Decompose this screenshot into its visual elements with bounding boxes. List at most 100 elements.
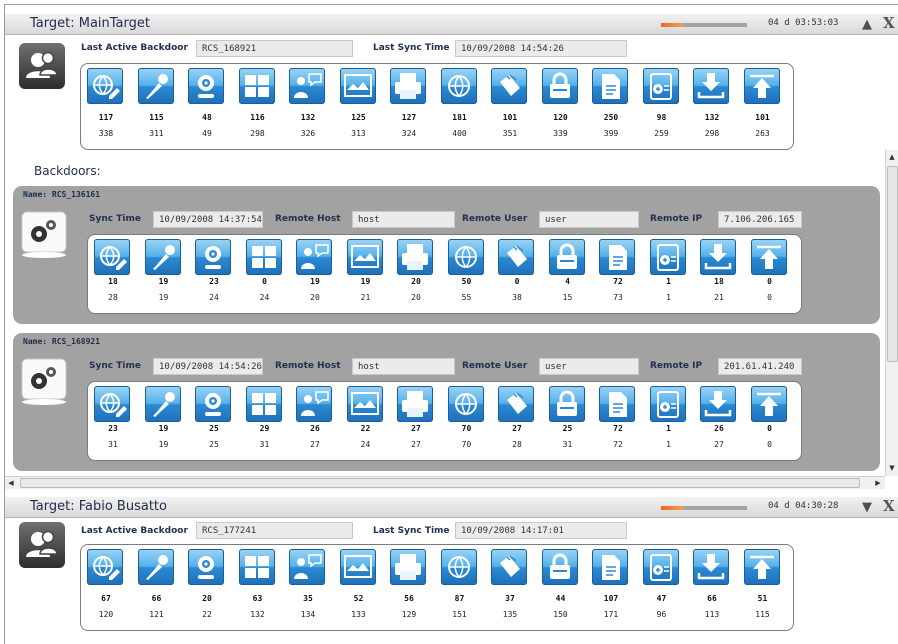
module-stat-clipboard: 11 (649, 382, 699, 460)
last-active-backdoor-label: Last Active Backdoor (81, 526, 188, 536)
scroll-right-arrow[interactable]: ▶ (872, 477, 884, 489)
url-icon[interactable] (440, 68, 477, 104)
count-new: 47 (656, 594, 667, 603)
upload-icon[interactable] (743, 68, 780, 104)
count-new: 125 (351, 113, 366, 122)
microphone-icon[interactable] (137, 68, 174, 104)
scroll-up-arrow[interactable]: ▲ (886, 150, 898, 164)
application-icon[interactable] (238, 549, 275, 585)
web-icon[interactable] (94, 386, 130, 422)
count-new: 56 (404, 594, 414, 603)
keylog-icon[interactable] (491, 549, 527, 585)
count-new: 117 (98, 113, 114, 122)
last-active-backdoor-label: Last Active Backdoor (81, 43, 188, 53)
webcam-icon[interactable] (195, 239, 231, 275)
keylog-icon[interactable] (498, 239, 534, 275)
upload-icon[interactable] (743, 549, 780, 585)
screenshot-icon[interactable] (346, 386, 383, 422)
document-icon[interactable] (599, 386, 635, 422)
screenshot-icon[interactable] (339, 549, 376, 585)
target-header-fabio-busatto[interactable]: Target: Fabio Busatto 04 d 04:30:28 ▼ X (5, 497, 898, 518)
module-stats-strip: 117 338 115 311 48 49 116 298 132 326 125 313 127 324… (80, 63, 794, 150)
scroll-down-arrow[interactable]: ▼ (886, 461, 898, 475)
microphone-icon[interactable] (137, 549, 174, 585)
count-total: 338 (98, 129, 114, 138)
scroll-left-arrow[interactable]: ◀ (5, 477, 17, 489)
close-icon[interactable]: X (883, 497, 895, 515)
module-stat-print: 127 324 (390, 64, 439, 149)
count-new: 250 (603, 113, 619, 122)
scroll-thumb[interactable] (887, 166, 898, 362)
messenger-icon[interactable] (289, 68, 325, 104)
webcam-icon[interactable] (195, 386, 231, 422)
close-icon[interactable]: X (883, 14, 895, 32)
print-icon[interactable] (397, 386, 433, 422)
url-icon[interactable] (447, 386, 484, 422)
password-icon[interactable] (548, 239, 585, 275)
url-icon[interactable] (447, 239, 484, 275)
count-total: 1 (666, 293, 671, 302)
web-icon[interactable] (94, 239, 130, 275)
count-new: 51 (757, 594, 768, 603)
upload-icon[interactable] (750, 239, 787, 275)
webcam-icon[interactable] (188, 549, 224, 585)
download-icon[interactable] (693, 549, 729, 585)
print-icon[interactable] (390, 68, 426, 104)
application-icon[interactable] (245, 239, 282, 275)
users-icon (26, 530, 58, 557)
web-icon[interactable] (87, 549, 123, 585)
target-progress-bar (661, 506, 747, 510)
download-icon[interactable] (700, 386, 736, 422)
screenshot-icon[interactable] (339, 68, 376, 104)
microphone-icon[interactable] (144, 386, 181, 422)
password-icon[interactable] (541, 68, 578, 104)
print-icon[interactable] (397, 239, 433, 275)
backdoor-name: Name: RCS_136161 (23, 190, 101, 199)
remote-user-field: user (539, 211, 639, 228)
module-stat-upload: 51 115 (743, 545, 793, 630)
keylog-icon[interactable] (498, 386, 534, 422)
module-stat-keylog: 101 351 (491, 64, 540, 149)
count-new: 48 (202, 113, 212, 122)
download-icon[interactable] (700, 239, 736, 275)
download-icon[interactable] (693, 68, 729, 104)
application-icon[interactable] (245, 386, 282, 422)
password-icon[interactable] (541, 549, 578, 585)
clipboard-icon[interactable] (649, 386, 686, 422)
count-total: 24 (360, 440, 371, 449)
count-new: 18 (714, 277, 724, 286)
document-icon[interactable] (592, 68, 628, 104)
count-new: 50 (461, 277, 472, 286)
microphone-icon[interactable] (144, 239, 181, 275)
last-sync-time-field: 10/09/2008 14:54:26 (455, 40, 627, 57)
count-new: 0 (767, 277, 772, 286)
count-new: 67 (101, 594, 111, 603)
expand-icon[interactable]: ▼ (862, 500, 872, 515)
webcam-icon[interactable] (188, 68, 224, 104)
application-icon[interactable] (238, 68, 275, 104)
target-header-maintarget[interactable]: Target: MainTarget 04 d 03:53:03 ▲ X (5, 14, 898, 35)
password-icon[interactable] (548, 386, 585, 422)
screenshot-icon[interactable] (346, 239, 383, 275)
clipboard-icon[interactable] (642, 549, 679, 585)
target-progress-fill (661, 506, 683, 510)
upload-icon[interactable] (750, 386, 787, 422)
count-total: 38 (512, 293, 522, 302)
collapse-icon[interactable]: ▲ (862, 17, 872, 32)
scroll-thumb[interactable] (20, 478, 860, 488)
print-icon[interactable] (390, 549, 426, 585)
vertical-scrollbar[interactable]: ▲ ▼ (885, 150, 898, 476)
messenger-icon[interactable] (289, 549, 325, 585)
module-stat-screenshot: 125 313 (339, 64, 389, 149)
keylog-icon[interactable] (491, 68, 527, 104)
document-icon[interactable] (592, 549, 628, 585)
clipboard-icon[interactable] (642, 68, 679, 104)
messenger-icon[interactable] (296, 386, 332, 422)
target-progress-bar (661, 23, 747, 27)
url-icon[interactable] (440, 549, 477, 585)
web-icon[interactable] (87, 68, 123, 104)
document-icon[interactable] (599, 239, 635, 275)
horizontal-scrollbar[interactable]: ◀ ▶ (5, 476, 885, 489)
clipboard-icon[interactable] (649, 239, 686, 275)
messenger-icon[interactable] (296, 239, 332, 275)
